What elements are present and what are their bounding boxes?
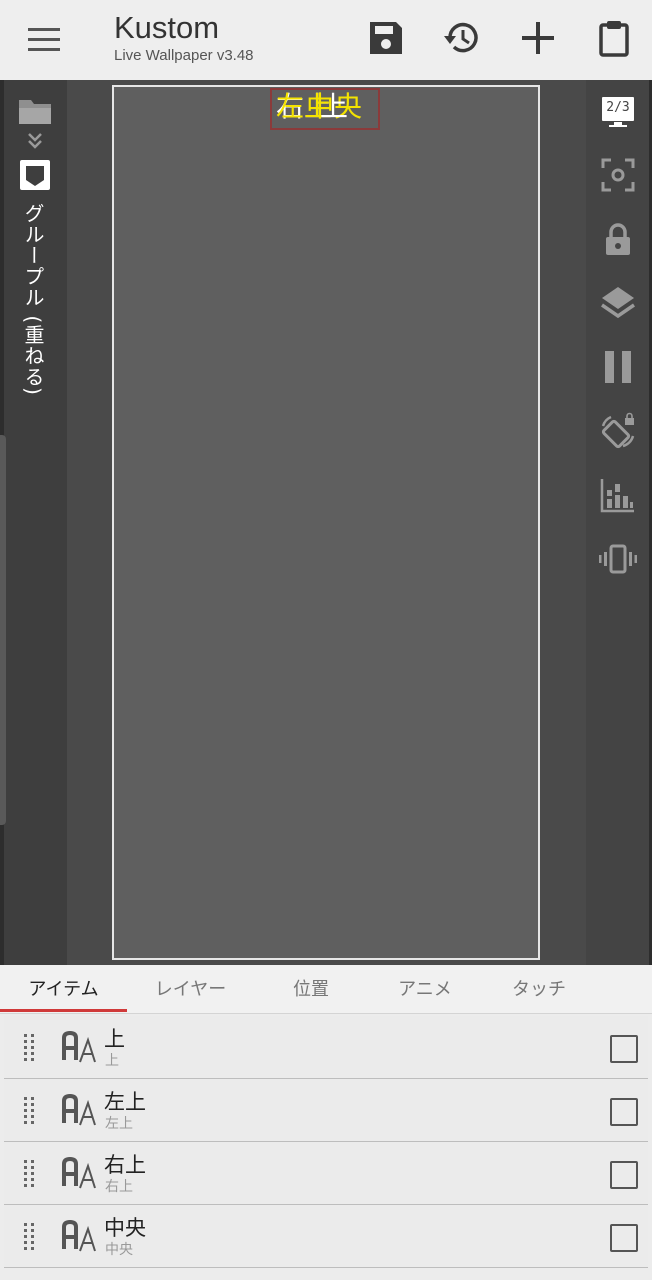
- add-icon[interactable]: [518, 18, 558, 58]
- tab-bar: アイテム レイヤー 位置 アニメ タッチ: [0, 965, 652, 1014]
- menu-icon[interactable]: [22, 22, 66, 58]
- focus-icon[interactable]: [599, 156, 637, 194]
- overlap-text-top[interactable]: 上: [320, 90, 348, 124]
- tab-layers[interactable]: レイヤー: [127, 965, 254, 1013]
- text-item-icon: [62, 1030, 100, 1064]
- text-item-icon: [62, 1093, 100, 1127]
- item-subtitle: 中央: [105, 1242, 133, 1258]
- title-block: Kustom Live Wallpaper v3.48: [114, 10, 254, 65]
- item-checkbox[interactable]: [610, 1035, 638, 1063]
- tab-animation[interactable]: アニメ: [368, 965, 482, 1013]
- app-subtitle: Live Wallpaper v3.48: [114, 47, 254, 64]
- list-item[interactable]: 中央 中央: [4, 1205, 648, 1268]
- drag-handle-icon[interactable]: [22, 1033, 36, 1063]
- list-item[interactable]: 右上 右上: [4, 1142, 648, 1205]
- list-item[interactable]: 左上 左上: [4, 1079, 648, 1142]
- save-icon[interactable]: [366, 18, 406, 58]
- text-item-icon: [62, 1219, 100, 1253]
- item-title: 右上: [104, 1153, 146, 1177]
- item-title: 中央: [104, 1216, 146, 1240]
- app-title: Kustom: [114, 10, 220, 45]
- app-bar: Kustom Live Wallpaper v3.48: [0, 0, 652, 80]
- item-checkbox[interactable]: [610, 1098, 638, 1126]
- vibrate-icon[interactable]: [599, 540, 637, 578]
- folder-icon[interactable]: [17, 96, 53, 126]
- text-item-icon: [62, 1156, 100, 1190]
- item-title: 左上: [104, 1090, 146, 1114]
- rotate-lock-icon[interactable]: [599, 412, 637, 450]
- tab-position[interactable]: 位置: [254, 965, 368, 1013]
- wallpaper-preview[interactable]: [112, 85, 540, 960]
- item-subtitle: 左上: [105, 1116, 133, 1132]
- item-checkbox[interactable]: [610, 1161, 638, 1189]
- right-toolbar: [586, 80, 649, 965]
- drag-handle-icon[interactable]: [22, 1222, 36, 1252]
- pause-icon[interactable]: [599, 348, 637, 386]
- tab-items[interactable]: アイテム: [0, 965, 127, 1013]
- clipboard-icon[interactable]: [594, 18, 634, 58]
- bar-chart-icon[interactable]: [599, 476, 637, 514]
- preview-page-icon[interactable]: 2/3: [599, 92, 637, 130]
- group-item-icon[interactable]: [18, 158, 52, 192]
- double-chevron-down-icon[interactable]: [26, 132, 44, 150]
- layers-icon[interactable]: [599, 284, 637, 322]
- item-subtitle: 右上: [105, 1179, 133, 1195]
- list-item[interactable]: 上 上: [4, 1016, 648, 1079]
- item-title: 上: [104, 1027, 125, 1051]
- lock-icon[interactable]: [599, 220, 637, 258]
- page-indicator: 2/3: [606, 100, 630, 115]
- history-icon[interactable]: [442, 18, 482, 58]
- group-label: グループル (重ねる): [21, 203, 45, 396]
- drag-handle-icon[interactable]: [22, 1096, 36, 1126]
- drag-handle-icon[interactable]: [22, 1159, 36, 1189]
- tab-indicator: [0, 1009, 127, 1012]
- item-subtitle: 上: [105, 1053, 119, 1069]
- drawer-handle[interactable]: [0, 435, 6, 825]
- item-checkbox[interactable]: [610, 1224, 638, 1252]
- tab-touch[interactable]: タッチ: [482, 965, 596, 1013]
